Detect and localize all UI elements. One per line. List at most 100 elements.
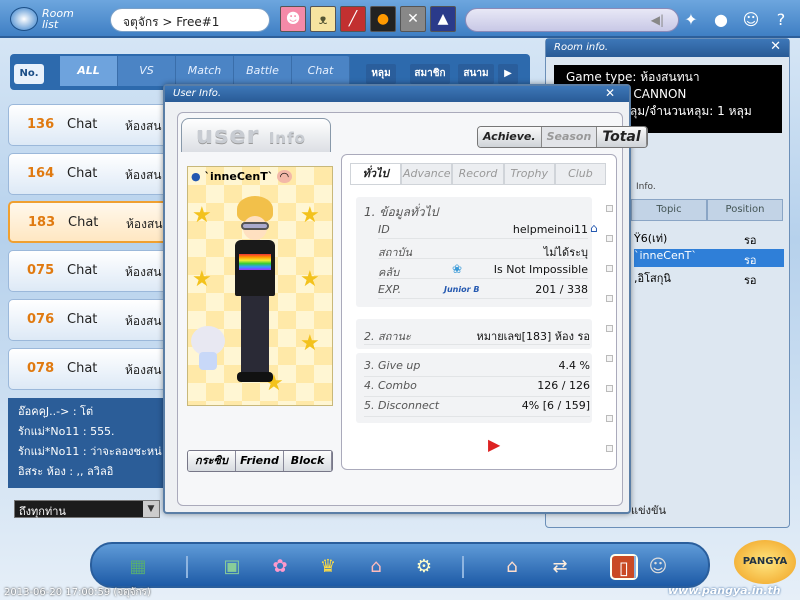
player-status: รอ <box>744 234 757 247</box>
gift-icon[interactable]: ✿ <box>266 554 294 580</box>
section-general-title: 1. ข้อมูลทั่วไป <box>364 205 439 219</box>
inventory-icon[interactable]: ▣ <box>218 554 246 580</box>
stat-value: 126 / 126 <box>537 379 590 392</box>
tab-vs[interactable]: VS <box>118 56 176 86</box>
chat-target-value: ถึงทุกท่าน <box>19 505 66 518</box>
tab-season[interactable]: Season <box>541 127 598 147</box>
tab-achieve[interactable]: Achieve. <box>478 127 542 147</box>
row-value: Is Not Impossible <box>493 263 588 276</box>
player-name[interactable]: Ÿ6(เท่) <box>634 229 667 247</box>
exchange-icon[interactable]: ⇄ <box>546 554 574 580</box>
sort-course-button[interactable]: สนาม <box>458 64 494 84</box>
room-row-selected[interactable]: 183 Chat ห้องสน <box>8 201 168 243</box>
close-x-icon[interactable]: ✕ <box>400 6 426 32</box>
room-number: 136 <box>27 117 55 132</box>
scroll-marker <box>606 265 613 272</box>
chevron-down-icon: ▼ <box>143 501 159 517</box>
player-name: `inneCenT` <box>204 170 274 183</box>
chat-bubble-icon[interactable]: ● <box>710 10 732 30</box>
room-type: Chat <box>67 117 98 132</box>
character-icon[interactable]: ☺ <box>740 10 762 30</box>
club-emblem-icon: ❀ <box>452 262 463 276</box>
player-name[interactable]: ,อิโสกุนิ <box>634 269 671 287</box>
cat-icon[interactable]: ᴥ <box>310 6 336 32</box>
col-topic: Topic <box>631 199 707 221</box>
help-icon[interactable]: ? <box>770 10 792 30</box>
tab-club[interactable]: Club <box>554 163 607 185</box>
room-type: Chat <box>67 361 98 376</box>
detail-tabs: ทั่วไป Advance Record Trophy Club <box>350 163 607 185</box>
stat-value: 4.4 % <box>558 359 590 372</box>
pumpkin-icon[interactable]: ● <box>370 6 396 32</box>
room-name: ห้องสน <box>125 314 162 328</box>
timestamp: 2013-06-20 17:00:59 (จตุจักร) <box>4 587 151 598</box>
stat-mode-tabs: Achieve. Season Total <box>477 126 648 148</box>
friend-button[interactable]: Friend <box>236 451 284 471</box>
room-list-button[interactable]: Room list <box>8 4 84 34</box>
room-info-title: Room info. <box>546 39 789 57</box>
whisper-button[interactable]: กระซิบ <box>188 451 236 471</box>
stat-key: 4. Combo <box>364 379 417 392</box>
next-page-button[interactable]: ▶ <box>498 64 518 84</box>
player-name-selected[interactable]: `inneCenT` <box>634 249 784 267</box>
room-row[interactable]: 078 Chat ห้องสน <box>8 348 168 390</box>
room-name: ห้องสน <box>125 363 162 377</box>
tab-total[interactable]: Total <box>597 127 647 147</box>
block-button[interactable]: Block <box>284 451 332 471</box>
room-row[interactable]: 136 Chat ห้องสน <box>8 104 168 146</box>
chat-line: อ๊อคคุJ..-> : โต่ <box>18 405 94 418</box>
stat-row: 5. Disconnect 4% [6 / 159] <box>364 397 590 417</box>
lobby-home-icon[interactable]: ⌂ <box>498 554 526 580</box>
chat-target-select[interactable]: ถึงทุกท่าน ▼ <box>14 500 160 518</box>
chat-line: รักแม่*No11 : 555. <box>18 425 115 438</box>
user-info-title: User Info. <box>165 86 629 102</box>
tab-chat[interactable]: Chat <box>292 56 350 86</box>
stat-key: 5. Disconnect <box>364 399 440 412</box>
options-icon[interactable]: ☺ <box>644 554 672 580</box>
tab-all[interactable]: ALL <box>60 56 118 86</box>
pet-avatar <box>191 326 225 370</box>
room-number: 075 <box>27 263 55 278</box>
scroll-marker <box>606 205 613 212</box>
sort-holes-button[interactable]: หลุม <box>366 64 396 84</box>
col-position: Position <box>707 199 783 221</box>
tab-general[interactable]: ทั่วไป <box>350 163 402 185</box>
row-value: 201 / 338 <box>535 283 588 296</box>
trophy-icon[interactable]: ♛ <box>314 554 342 580</box>
tab-advance[interactable]: Advance <box>401 163 453 185</box>
shop-icon[interactable]: ▲ <box>430 6 456 32</box>
guide-book-icon[interactable]: ▦ <box>124 554 152 580</box>
tab-record[interactable]: Record <box>452 163 504 185</box>
avatar-icon-1[interactable]: ☻ <box>280 6 306 32</box>
sort-members-button[interactable]: สมาชิก <box>410 64 450 84</box>
room-row[interactable]: 164 Chat ห้องสน <box>8 153 168 195</box>
room-row[interactable]: 075 Chat ห้องสน <box>8 250 168 292</box>
breadcrumb: จตุจักร > Free#1 <box>110 8 270 32</box>
room-name: ห้องสน <box>126 217 163 231</box>
close-icon[interactable]: ✕ <box>770 39 781 54</box>
scroll-marker <box>606 415 613 422</box>
stat-row: 4. Combo 126 / 126 <box>364 377 590 397</box>
close-icon[interactable]: ✕ <box>605 86 615 100</box>
tab-match[interactable]: Match <box>176 56 234 86</box>
home-icon[interactable]: ⌂ <box>590 221 598 235</box>
scroll-marker <box>606 355 613 362</box>
user-tab-label: user <box>196 121 260 149</box>
room-icon[interactable]: ⌂ <box>362 554 390 580</box>
tab-trophy[interactable]: Trophy <box>503 163 555 185</box>
row-key: คลับ <box>378 266 400 279</box>
status-key: 2. สถานะ <box>364 330 411 343</box>
room-name: ห้องสน <box>125 119 162 133</box>
room-row[interactable]: 076 Chat ห้องสน <box>8 299 168 341</box>
star-icon: ★ <box>192 267 212 292</box>
stat-row: 3. Give up 4.4 % <box>364 357 590 377</box>
sort-number-button[interactable]: No. <box>14 64 44 84</box>
row-key: ID <box>378 223 390 236</box>
chat-input[interactable]: ◀| <box>465 8 679 32</box>
tab-battle[interactable]: Battle <box>234 56 292 86</box>
settings-gear-icon[interactable]: ⚙ <box>410 554 438 580</box>
room-name: ห้องสน <box>125 265 162 279</box>
club-icon[interactable]: ╱ <box>340 6 366 32</box>
pangya-logo: PANGYA <box>734 540 796 584</box>
sparkle-icon[interactable]: ✦ <box>680 10 702 30</box>
